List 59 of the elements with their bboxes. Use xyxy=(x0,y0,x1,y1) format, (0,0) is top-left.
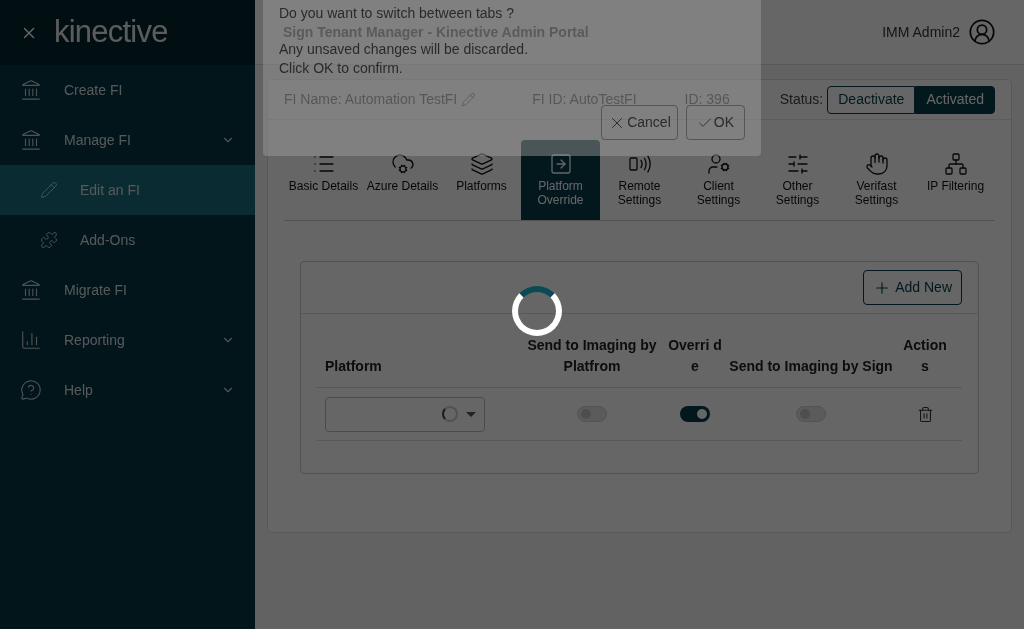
user-name: IMM Admin2 xyxy=(882,22,960,42)
tab[interactable]: Basic Details xyxy=(284,140,363,220)
column-header: Action s xyxy=(902,336,948,376)
sidebar-label: Reporting xyxy=(64,330,126,350)
bar-chart-icon xyxy=(20,329,42,351)
status-option[interactable]: Activated xyxy=(915,85,995,114)
status-option[interactable]: Deactivate xyxy=(827,85,916,114)
sidebar-item[interactable]: Edit an FI xyxy=(0,165,255,215)
sidebar-item[interactable]: Reporting xyxy=(0,315,255,365)
bank-icon xyxy=(20,79,42,101)
tab[interactable]: Platforms xyxy=(442,140,521,220)
sidebar-label: Migrate FI xyxy=(64,280,128,300)
user-gear-icon xyxy=(706,152,731,176)
loading-spinner-icon xyxy=(512,286,562,336)
status-label: Status: xyxy=(779,90,824,109)
hand-icon xyxy=(864,152,889,176)
tab[interactable]: Remote Settings xyxy=(600,140,679,220)
pencil-icon xyxy=(40,181,58,199)
column-header: Overri de xyxy=(667,336,723,376)
arrow-box-icon xyxy=(548,152,573,176)
sidebar-item[interactable]: Manage FI xyxy=(0,115,255,165)
toggle-switch[interactable] xyxy=(680,406,710,422)
dialog-message: Click OK to confirm. xyxy=(279,61,403,75)
column-header: Send to Imaging by Sign xyxy=(728,357,894,376)
toggle-switch[interactable] xyxy=(577,406,607,422)
network-icon xyxy=(943,152,968,176)
sidebar-label: Add-Ons xyxy=(80,230,137,250)
sidebar-label: Create FI xyxy=(64,80,124,100)
tab[interactable]: Azure Details xyxy=(363,140,442,220)
tab[interactable]: Verifast Settings xyxy=(837,140,916,220)
trash-icon[interactable] xyxy=(916,405,934,423)
user-avatar-icon[interactable] xyxy=(968,18,996,46)
bank-icon xyxy=(20,129,42,151)
sidebar-item[interactable]: Help xyxy=(0,365,255,415)
puzzle-icon xyxy=(40,231,58,249)
sidebar-item[interactable]: Migrate FI xyxy=(0,265,255,315)
bank-icon xyxy=(20,279,42,301)
toggle-switch[interactable] xyxy=(796,406,826,422)
cloud-icon xyxy=(390,152,415,176)
sidebar-item[interactable]: Create FI xyxy=(0,65,255,115)
logo: kinective xyxy=(54,13,168,52)
tab[interactable]: Other Settings xyxy=(758,140,837,220)
sidebar-label: Manage FI xyxy=(64,130,132,150)
tab[interactable]: Platform Override xyxy=(521,140,600,220)
sidebar-item[interactable]: Add-Ons xyxy=(0,215,255,265)
caret-icon xyxy=(466,411,476,417)
sidebar-label: Help xyxy=(64,380,94,400)
layers-icon xyxy=(469,152,494,176)
ok-button[interactable]: OK xyxy=(685,105,745,140)
sidebar-label: Edit an FI xyxy=(80,180,141,200)
tab[interactable]: IP Filtering xyxy=(916,140,995,220)
add-new-button[interactable]: Add New xyxy=(863,270,962,305)
dialog-message: Any unsaved changes will be discarded. xyxy=(279,42,529,56)
tab[interactable]: Client Settings xyxy=(679,140,758,220)
dialog-message: Do you want to switch between tabs ? xyxy=(279,6,515,20)
column-header: Platform xyxy=(324,357,383,376)
cancel-button[interactable]: Cancel xyxy=(601,105,678,140)
help-icon xyxy=(20,379,42,401)
column-header: Send to Imaging by Platfrom xyxy=(526,336,658,376)
